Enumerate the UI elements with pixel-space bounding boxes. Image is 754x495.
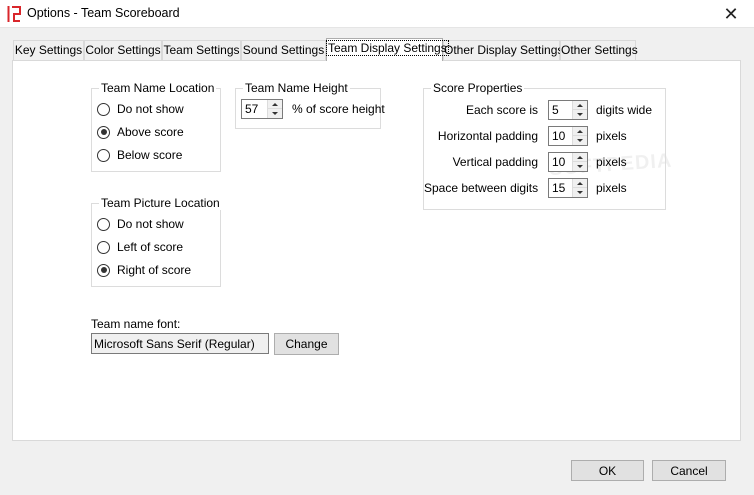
tab-panel: SOFTPEDIA Team Name Location Do not show… bbox=[12, 60, 741, 441]
tab-other-display-settings[interactable]: Other Display Settings bbox=[443, 40, 563, 60]
arrow-up-icon bbox=[577, 129, 583, 133]
vertical-padding-label: Vertical padding bbox=[452, 155, 538, 169]
spinner-buttons bbox=[572, 101, 587, 119]
tab-other-settings[interactable]: Other Settings bbox=[560, 40, 638, 60]
radio-picture-left-of-score[interactable]: Left of score bbox=[97, 239, 183, 255]
spin-down-button[interactable] bbox=[268, 109, 282, 118]
each-score-label: Each score is bbox=[465, 103, 538, 117]
spinner-buttons bbox=[572, 179, 587, 197]
vertical-padding-spinner[interactable]: 10 bbox=[548, 152, 588, 172]
group-title: Score Properties bbox=[431, 81, 525, 95]
spin-down-button[interactable] bbox=[573, 188, 587, 197]
team-picture-location-group: Team Picture Location Do not show Left o… bbox=[91, 196, 222, 287]
team-name-location-group: Team Name Location Do not show Above sco… bbox=[91, 81, 221, 172]
digit-spacing-spinner[interactable]: 15 bbox=[548, 178, 588, 198]
spin-up-button[interactable] bbox=[573, 127, 587, 136]
close-button[interactable]: ✕ bbox=[708, 0, 754, 28]
radio-name-below-score[interactable]: Below score bbox=[97, 147, 182, 163]
window-title: Options - Team Scoreboard bbox=[27, 6, 180, 20]
tab-color-settings[interactable]: Color Settings bbox=[84, 40, 162, 60]
spin-down-button[interactable] bbox=[573, 162, 587, 171]
arrow-up-icon bbox=[272, 102, 278, 106]
each-score-spinner[interactable]: 5 bbox=[548, 100, 588, 120]
radio-name-above-score[interactable]: Above score bbox=[97, 124, 184, 140]
close-icon: ✕ bbox=[723, 3, 739, 24]
tab-sound-settings[interactable]: Sound Settings bbox=[241, 40, 326, 60]
vertical-padding-unit: pixels bbox=[596, 155, 627, 169]
radio-button-checked[interactable] bbox=[97, 125, 110, 139]
arrow-down-icon bbox=[272, 112, 278, 115]
spin-up-button[interactable] bbox=[573, 179, 587, 188]
change-font-button[interactable]: Change bbox=[274, 333, 339, 355]
arrow-down-icon bbox=[577, 113, 583, 116]
tab-key-settings[interactable]: Key Settings bbox=[13, 40, 84, 60]
spinner-value: 5 bbox=[552, 103, 559, 117]
spinner-value: 15 bbox=[552, 181, 566, 195]
spin-up-button[interactable] bbox=[268, 100, 282, 109]
height-unit-label: % of score height bbox=[292, 102, 385, 116]
horizontal-padding-unit: pixels bbox=[596, 129, 627, 143]
arrow-down-icon bbox=[577, 165, 583, 168]
arrow-down-icon bbox=[577, 139, 583, 142]
radio-name-do-not-show[interactable]: Do not show bbox=[97, 101, 184, 117]
team-name-font-field: Microsoft Sans Serif (Regular) bbox=[91, 333, 269, 354]
team-name-height-spinner[interactable]: 57 bbox=[241, 99, 283, 119]
digit-spacing-unit: pixels bbox=[596, 181, 627, 195]
title-bar: Options - Team Scoreboard ✕ bbox=[0, 0, 754, 28]
radio-button[interactable] bbox=[97, 102, 110, 116]
team-name-font-label: Team name font: bbox=[91, 317, 181, 331]
digit-spacing-label: Space between digits bbox=[424, 181, 539, 195]
group-title: Team Name Height bbox=[243, 81, 350, 95]
each-score-unit: digits wide bbox=[596, 103, 653, 117]
spinner-buttons bbox=[572, 127, 587, 145]
spin-up-button[interactable] bbox=[573, 101, 587, 110]
tab-team-display-settings[interactable]: Team Display Settings bbox=[326, 38, 449, 61]
tab-team-settings[interactable]: Team Settings bbox=[162, 40, 241, 60]
spin-up-button[interactable] bbox=[573, 153, 587, 162]
group-title: Team Name Location bbox=[99, 81, 217, 95]
ok-button[interactable]: OK bbox=[571, 460, 644, 481]
score-properties-group: Score Properties Each score is 5 digits … bbox=[423, 81, 666, 210]
spin-down-button[interactable] bbox=[573, 110, 587, 119]
radio-picture-do-not-show[interactable]: Do not show bbox=[97, 216, 184, 232]
spinner-value: 10 bbox=[552, 155, 566, 169]
scoreboard-app-icon bbox=[7, 6, 21, 22]
radio-button-checked[interactable] bbox=[97, 263, 110, 277]
arrow-up-icon bbox=[577, 155, 583, 159]
radio-picture-right-of-score[interactable]: Right of score bbox=[97, 262, 191, 278]
group-title: Team Picture Location bbox=[99, 196, 222, 210]
spinner-buttons bbox=[267, 100, 282, 118]
spinner-value: 57 bbox=[245, 102, 259, 116]
cancel-button[interactable]: Cancel bbox=[652, 460, 726, 481]
radio-button[interactable] bbox=[97, 217, 110, 231]
horizontal-padding-label: Horizontal padding bbox=[437, 129, 538, 143]
team-name-height-group: Team Name Height 57 % of score height bbox=[235, 81, 385, 129]
arrow-down-icon bbox=[577, 191, 583, 194]
spinner-buttons bbox=[572, 153, 587, 171]
horizontal-padding-spinner[interactable]: 10 bbox=[548, 126, 588, 146]
radio-button[interactable] bbox=[97, 148, 110, 162]
spin-down-button[interactable] bbox=[573, 136, 587, 145]
arrow-up-icon bbox=[577, 103, 583, 107]
arrow-up-icon bbox=[577, 181, 583, 185]
radio-button[interactable] bbox=[97, 240, 110, 254]
spinner-value: 10 bbox=[552, 129, 566, 143]
